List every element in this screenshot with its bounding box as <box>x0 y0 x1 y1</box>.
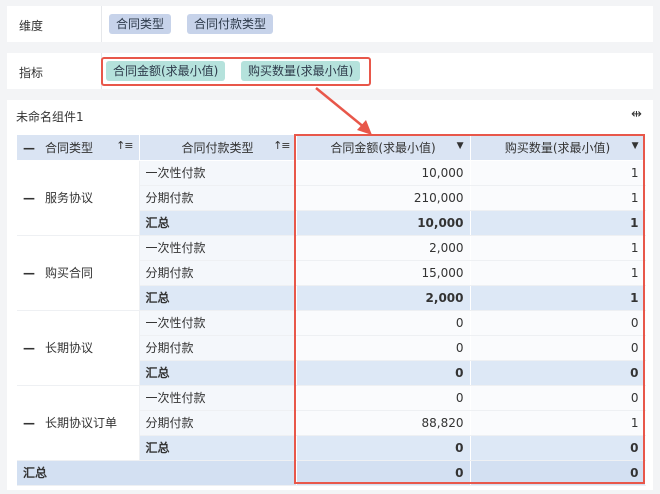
subtotal-label: 汇总 <box>139 285 297 311</box>
amount-cell: 0 <box>296 435 471 461</box>
group-cell: — 购买合同 <box>17 235 140 311</box>
quantity-cell: 1 <box>470 410 646 436</box>
quantity-cell: 1 <box>470 235 646 261</box>
quantity-cell: 0 <box>470 435 646 461</box>
quantity-cell: 1 <box>470 285 646 311</box>
amount-cell: 2,000 <box>296 235 471 261</box>
amount-cell: 0 <box>296 385 471 411</box>
group-label: 服务协议 <box>45 191 94 205</box>
subtotal-label: 汇总 <box>139 435 297 461</box>
payment-type-cell: 一次性付款 <box>139 310 297 336</box>
quantity-cell: 0 <box>470 310 646 336</box>
quantity-cell: 1 <box>470 210 646 236</box>
dimension-pill-contract-type[interactable]: 合同类型 <box>109 14 172 34</box>
amount-cell: 0 <box>296 310 471 336</box>
table-row: — 长期协议 一次性付款 0 0 <box>17 310 646 386</box>
widget-panel: 未命名组件1 ⇹ — 合同类型 ↑≡ ↑≡ 合同付款类型 ▼ 合同金额(求最小值) ▼ 购… <box>7 100 653 490</box>
quantity-cell: 1 <box>470 185 646 211</box>
metric-bar: 指标 合同金额(求最小值) 购买数量(求最小值) <box>7 53 653 89</box>
quantity-cell: 0 <box>470 335 646 361</box>
dimension-bar: 维度 合同类型 合同付款类型 <box>7 6 653 42</box>
payment-type-cell: 分期付款 <box>139 335 297 361</box>
group-cell: — 长期协议订单 <box>17 385 140 461</box>
payment-type-cell: 一次性付款 <box>139 160 297 186</box>
group-label: 长期协议订单 <box>45 416 118 430</box>
quantity-cell: 0 <box>470 360 646 386</box>
payment-type-cell: 一次性付款 <box>139 385 297 411</box>
metric-pill-amount[interactable]: 合同金额(求最小值) <box>106 61 226 81</box>
amount-cell: 10,000 <box>296 160 471 186</box>
collapse-all-icon[interactable]: — <box>23 141 35 155</box>
payment-type-cell: 分期付款 <box>139 260 297 286</box>
header-contract-type[interactable]: — 合同类型 ↑≡ <box>17 135 140 161</box>
group-label: 长期协议 <box>45 341 94 355</box>
collapse-icon[interactable]: — <box>23 266 35 280</box>
amount-cell: 0 <box>296 460 471 486</box>
metric-label: 指标 <box>19 66 44 80</box>
group-cell: — 长期协议 <box>17 310 140 386</box>
header-label: 合同类型 <box>45 140 94 155</box>
header-payment-type[interactable]: ↑≡ 合同付款类型 <box>139 135 297 161</box>
quantity-cell: 1 <box>470 160 646 186</box>
metric-pill-quantity[interactable]: 购买数量(求最小值) <box>241 61 361 81</box>
group-cell: — 服务协议 <box>17 160 140 236</box>
payment-type-cell: 分期付款 <box>139 185 297 211</box>
payment-type-cell: 一次性付款 <box>139 235 297 261</box>
grand-total-label: 汇总 <box>17 460 297 486</box>
header-label: 合同金额(求最小值) <box>330 140 436 155</box>
payment-type-cell: 分期付款 <box>139 410 297 436</box>
resize-icon[interactable]: ⇹ <box>631 107 642 122</box>
dimension-pill-payment-type[interactable]: 合同付款类型 <box>187 14 274 34</box>
pivot-table: — 合同类型 ↑≡ ↑≡ 合同付款类型 ▼ 合同金额(求最小值) ▼ 购买数量(求最小值)… <box>17 135 646 486</box>
quantity-cell: 1 <box>470 260 646 286</box>
divider <box>101 53 102 89</box>
collapse-icon[interactable]: — <box>23 341 35 355</box>
quantity-cell: 0 <box>470 385 646 411</box>
table-row: — 购买合同 一次性付款 2,000 1 <box>17 235 646 311</box>
quantity-cell: 0 <box>470 460 646 486</box>
table-row: — 服务协议 一次性付款 10,000 1 <box>17 160 646 236</box>
widget-title: 未命名组件1 <box>16 110 84 124</box>
table-header-row: — 合同类型 ↑≡ ↑≡ 合同付款类型 ▼ 合同金额(求最小值) ▼ 购买数量(求最小值) <box>17 135 646 161</box>
amount-cell: 10,000 <box>296 210 471 236</box>
amount-cell: 210,000 <box>296 185 471 211</box>
amount-cell: 15,000 <box>296 260 471 286</box>
subtotal-label: 汇总 <box>139 360 297 386</box>
amount-cell: 2,000 <box>296 285 471 311</box>
amount-cell: 0 <box>296 360 471 386</box>
collapse-icon[interactable]: — <box>23 416 35 430</box>
subtotal-label: 汇总 <box>139 210 297 236</box>
grand-total-row: 汇总 0 0 <box>17 460 646 486</box>
divider <box>101 6 102 42</box>
dimension-label: 维度 <box>19 19 44 33</box>
collapse-icon[interactable]: — <box>23 191 35 205</box>
sort-icon[interactable]: ↑≡ <box>116 139 133 152</box>
header-label: 购买数量(求最小值) <box>504 140 611 155</box>
header-amount[interactable]: ▼ 合同金额(求最小值) <box>296 135 471 161</box>
table-row: — 长期协议订单 一次性付款 0 0 <box>17 385 646 461</box>
header-label: 合同付款类型 <box>181 140 254 155</box>
amount-cell: 88,820 <box>296 410 471 436</box>
header-quantity[interactable]: ▼ 购买数量(求最小值) <box>470 135 646 161</box>
group-label: 购买合同 <box>45 266 94 280</box>
amount-cell: 0 <box>296 335 471 361</box>
